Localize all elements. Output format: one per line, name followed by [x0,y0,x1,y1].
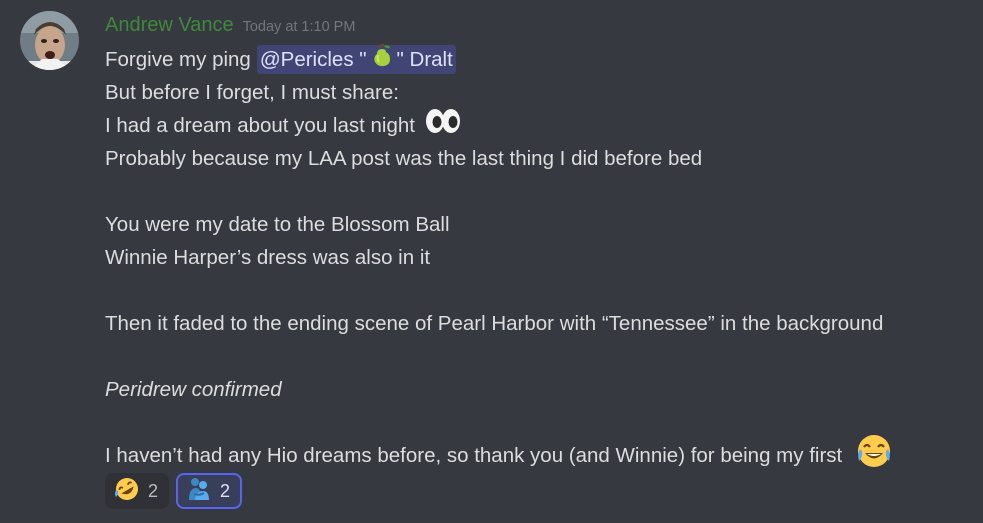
username[interactable]: Andrew Vance [105,12,234,38]
reaction-people-hugging[interactable]: 2 [176,473,243,509]
message-text: You were my date to the Blossom Ball [105,213,450,236]
mention-suffix: " Dralt [396,48,453,71]
message-line: Winnie Harper’s dress was also in it [105,241,975,274]
people-hugging-icon [186,476,212,507]
message-content: Forgive my ping @Pericles " " Dralt But … [105,43,975,472]
joy-icon[interactable] [856,433,892,479]
message-line: Probably because my LAA post was the las… [105,142,975,175]
message-text: I haven’t had any Hio dreams before, so … [105,444,843,467]
reaction-rofl[interactable]: 2 [105,473,170,509]
message-line: Forgive my ping @Pericles " " Dralt [105,43,975,76]
message-line: I had a dream about you last night [105,108,975,144]
pear-icon [367,42,397,78]
reaction-count: 2 [148,480,159,501]
message-line: Then it faded to the ending scene of Pea… [105,307,975,340]
message-line: I haven’t had any Hio dreams before, so … [105,434,975,472]
reactions-bar: 2 2 [105,473,243,509]
message-line: But before I forget, I must share: [105,76,975,109]
message-text: Forgive my ping [105,48,251,71]
message-text: Then it faded to the ending scene of Pea… [105,312,884,335]
eyes-icon[interactable] [425,108,461,144]
message-text: Peridrew confirmed [105,378,282,401]
message-text: Winnie Harper’s dress was also in it [105,246,431,269]
message-line: Peridrew confirmed [105,373,975,406]
message-header: Andrew Vance Today at 1:10 PM [105,12,355,38]
message-text: I had a dream about you last night [105,114,415,137]
reaction-count: 2 [220,480,231,501]
message-text: Probably because my LAA post was the las… [105,147,703,170]
rofl-icon [114,476,140,507]
user-mention[interactable]: @Pericles " " Dralt [256,43,456,74]
message-text: But before I forget, I must share: [105,81,399,104]
message-line: You were my date to the Blossom Ball [105,208,975,241]
timestamp[interactable]: Today at 1:10 PM [243,19,356,35]
mention-prefix: @Pericles " [259,48,367,71]
chat-message: Andrew Vance Today at 1:10 PM Forgive my… [0,0,983,523]
user-avatar[interactable] [20,11,79,70]
